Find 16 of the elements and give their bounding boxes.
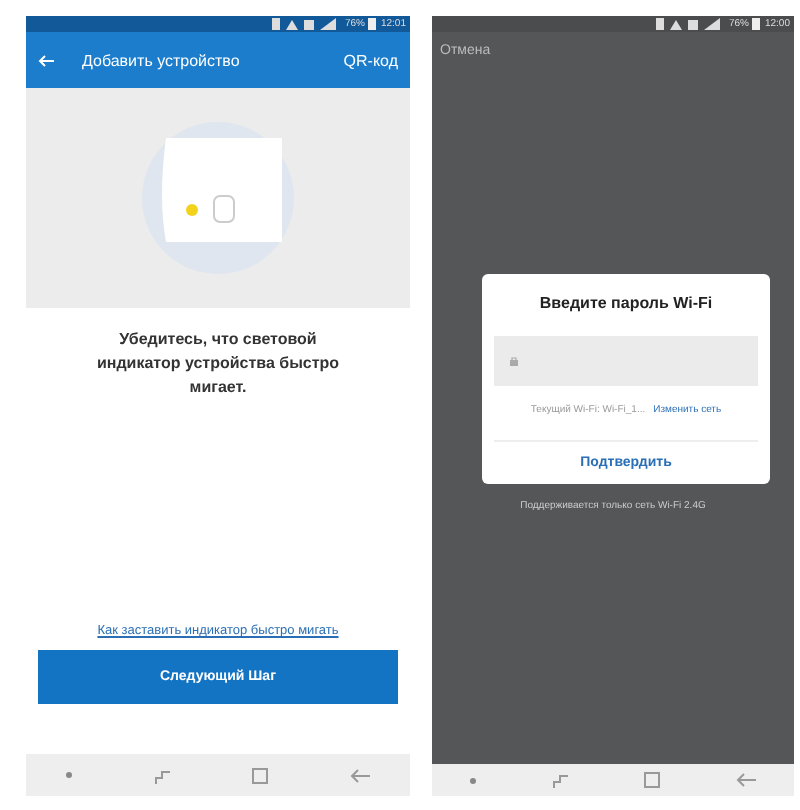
status-icons — [272, 18, 341, 30]
dot-icon[interactable] — [469, 777, 476, 783]
qr-code-link[interactable]: QR-код — [343, 51, 398, 69]
password-field[interactable] — [494, 336, 758, 386]
lock-icon — [510, 356, 518, 366]
app-bar-title: Добавить устройство — [82, 51, 242, 69]
back-arrow-icon[interactable] — [349, 767, 370, 783]
instruction-text: Убедитесь, что световой индикатор устройства быстро мигает. — [94, 328, 342, 400]
battery-icon — [752, 18, 761, 30]
dialog-title: Введите пароль Wi-Fi — [537, 294, 715, 312]
battery-icon — [368, 18, 377, 30]
home-square-icon[interactable] — [252, 767, 269, 783]
home-square-icon[interactable] — [644, 772, 661, 788]
dot-icon[interactable] — [66, 772, 73, 778]
back-arrow-icon[interactable] — [736, 772, 757, 788]
status-icons — [656, 18, 725, 30]
